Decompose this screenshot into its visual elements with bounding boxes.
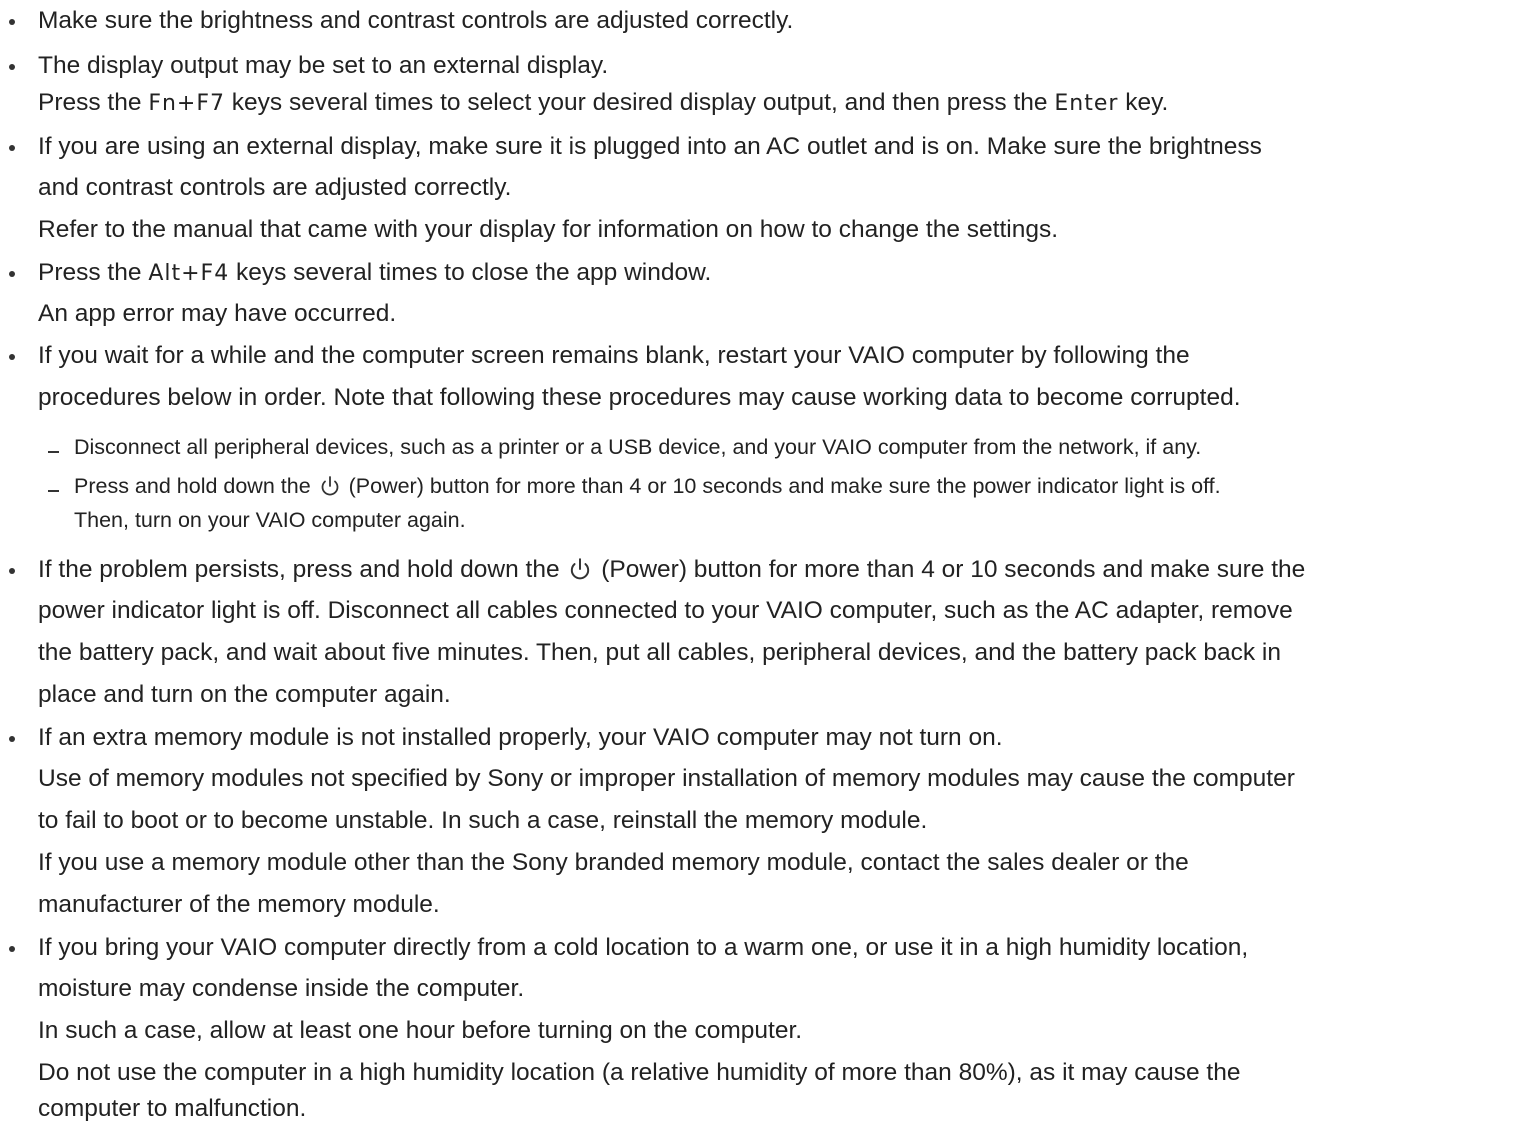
troubleshooting-document: Make sure the brightness and contrast co… — [0, 0, 1528, 1126]
list-item: If you wait for a while and the computer… — [9, 340, 1190, 372]
list-item-continuation: manufacturer of the memory module. — [38, 891, 440, 918]
list-item-continuation: to fail to boot or to become unstable. I… — [38, 807, 928, 834]
list-item-continuation: If you use a memory module other than th… — [38, 849, 1189, 876]
key-combination: Fn+F7 — [148, 91, 225, 116]
list-item-continuation: In such a case, allow at least one hour … — [38, 1017, 803, 1044]
key-name: Enter — [1054, 91, 1119, 116]
power-icon — [319, 475, 341, 497]
list-item-continuation: procedures below in order. Note that fol… — [38, 384, 1241, 411]
list-item-continuation: Press the Fn+F7 keys several times to se… — [38, 89, 1169, 116]
list-item-continuation: place and turn on the computer again. — [38, 681, 451, 708]
power-icon — [568, 557, 592, 581]
list-item-continuation: the battery pack, and wait about five mi… — [38, 639, 1281, 666]
sub-list-item: Disconnect all peripheral devices, such … — [47, 432, 1201, 462]
list-item-continuation: power indicator light is off. Disconnect… — [38, 597, 1293, 624]
list-item-continuation: An app error may have occurred. — [38, 300, 397, 327]
list-item: If you bring your VAIO computer directly… — [8, 932, 1248, 964]
list-item-continuation: moisture may condense inside the compute… — [38, 975, 525, 1002]
sub-list-item-continuation: Then, turn on your VAIO computer again. — [74, 508, 466, 532]
key-combination: Alt+F4 — [148, 261, 230, 286]
list-item: Make sure the brightness and contrast co… — [8, 5, 793, 37]
list-item: If you are using an external display, ma… — [9, 131, 1262, 163]
list-item-continuation: and contrast controls are adjusted corre… — [38, 174, 512, 201]
list-item-continuation: Use of memory modules not specified by S… — [38, 765, 1295, 792]
list-item-continuation: Do not use the computer in a high humidi… — [38, 1059, 1241, 1086]
list-item: Press the Alt+F4 keys several times to c… — [8, 257, 711, 290]
list-item-continuation: Refer to the manual that came with your … — [38, 216, 1059, 243]
list-item: If an extra memory module is not install… — [9, 722, 1003, 754]
list-item: The display output may be set to an exte… — [8, 50, 608, 82]
list-item: If the problem persists, press and hold … — [8, 554, 1305, 586]
list-item-continuation: computer to malfunction. — [38, 1095, 307, 1122]
sub-list-item: Press and hold down the (Power) button f… — [48, 471, 1221, 501]
